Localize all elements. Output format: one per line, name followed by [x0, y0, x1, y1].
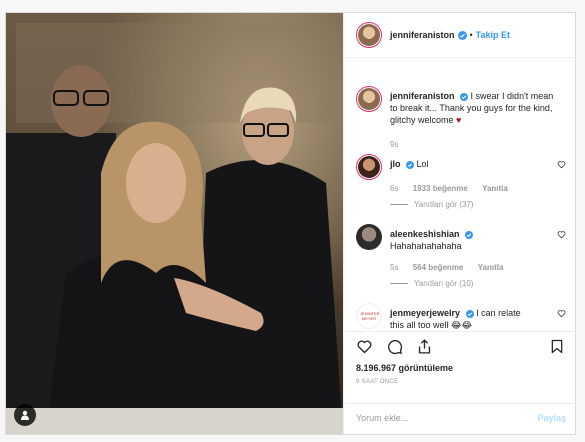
comment-text: aleenkeshishian Hahahahahahaha [390, 228, 560, 252]
caption-avatar[interactable] [356, 86, 382, 112]
comment-text: jlo Lol [390, 158, 560, 170]
like-comment-heart-icon[interactable] [557, 160, 566, 169]
user-icon [21, 410, 29, 420]
comments-list[interactable]: jenniferaniston I swear I didn't mean to… [344, 58, 576, 330]
commenter-username[interactable]: aleenkeshishian [390, 229, 460, 239]
reply-button[interactable]: Yanıtla [482, 184, 508, 193]
instagram-post-modal: jenniferaniston • Takip Et jenniferanist… [5, 12, 576, 435]
author-username[interactable]: jenniferaniston [390, 30, 455, 40]
post-timestamp: 9 SAAT ÖNCE [356, 379, 399, 385]
verified-badge-icon [406, 160, 415, 169]
comment-meta: 6s 1933 beğenme Yanıtla [390, 184, 520, 193]
post-photo[interactable] [6, 13, 343, 434]
verified-badge-icon [457, 30, 467, 40]
caption-meta: 9s [390, 140, 410, 149]
like-heart-icon[interactable] [356, 338, 373, 355]
comment-meta: 5s 564 beğenme Yanıtla [390, 263, 515, 272]
comment-icon[interactable] [386, 338, 403, 355]
commenter-username[interactable]: jenmeyerjewelry [390, 308, 460, 318]
heart-emoji: ♥ [456, 115, 462, 125]
author-avatar[interactable] [356, 22, 382, 48]
caption-username[interactable]: jenniferaniston [390, 91, 455, 101]
comment-time: 5s [390, 263, 399, 272]
view-replies-button[interactable]: Yanıtları gör (10) [390, 279, 473, 288]
comment-likes[interactable]: 564 beğenme [413, 263, 464, 272]
follow-button[interactable]: Takip Et [476, 30, 510, 40]
reply-button[interactable]: Yanıtla [478, 263, 504, 272]
verified-badge-icon [465, 309, 474, 318]
comment-message: Lol [416, 159, 429, 169]
caption-time: 9s [390, 140, 399, 149]
post-header: jenniferaniston • Takip Et [344, 13, 576, 58]
photo-illustration [6, 13, 343, 434]
comment-message-line2: this all too well 😂😂 [390, 320, 473, 330]
view-replies-label: Yanıtları gör (37) [414, 200, 474, 209]
verified-badge-icon [465, 230, 474, 239]
jenmeyer-logo-text: JENNIFER MEYER [360, 311, 380, 321]
replies-divider [390, 204, 408, 206]
comment-message: I can relate [476, 308, 521, 318]
action-bar [344, 331, 576, 361]
view-count[interactable]: 8.196.967 görüntüleme [356, 363, 453, 373]
post-comment-button[interactable]: Paylaş [537, 413, 566, 423]
save-bookmark-icon[interactable] [549, 338, 565, 355]
comment-text: jenmeyerjewelry I can relate this all to… [390, 307, 560, 330]
caption-text: jenniferaniston I swear I didn't mean to… [390, 90, 560, 126]
verified-badge-icon [460, 92, 469, 101]
add-comment-bar: Yorum ekle... Paylaş [344, 403, 576, 434]
view-replies-label: Yanıtları gör (10) [414, 279, 474, 288]
commenter-avatar[interactable] [356, 224, 382, 250]
view-count-text: 8.196.967 görüntüleme [356, 363, 454, 373]
commenter-avatar[interactable] [356, 154, 382, 180]
post-details-panel: jenniferaniston • Takip Et jenniferanist… [343, 13, 576, 434]
comment-likes[interactable]: 1933 beğenme [413, 184, 468, 193]
like-comment-heart-icon[interactable] [557, 309, 566, 318]
commenter-username[interactable]: jlo [390, 159, 401, 169]
tagged-users-button[interactable] [14, 404, 36, 426]
comment-message: Hahahahahahaha [390, 241, 462, 251]
comment-input[interactable]: Yorum ekle... [356, 413, 408, 423]
replies-divider [390, 283, 408, 285]
view-replies-button[interactable]: Yanıtları gör (37) [390, 200, 473, 209]
like-comment-heart-icon[interactable] [557, 230, 566, 239]
separator-dot: • [469, 30, 473, 40]
commenter-avatar[interactable]: JENNIFER MEYER [356, 303, 382, 329]
comment-time: 6s [390, 184, 399, 193]
share-icon[interactable] [416, 338, 433, 355]
